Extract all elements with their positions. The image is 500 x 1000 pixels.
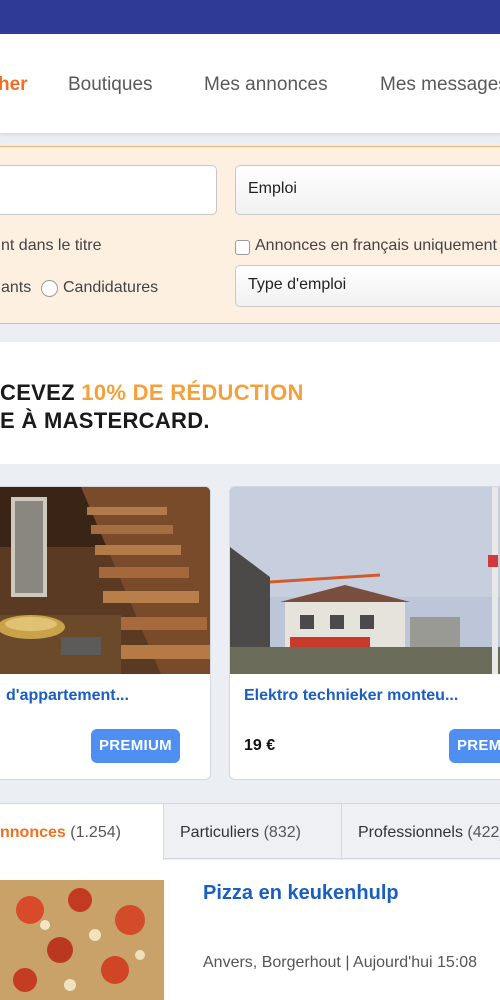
main-navigation: her Boutiques Mes annonces Mes messages xyxy=(0,34,500,134)
tab-particuliers[interactable]: Particuliers (832) xyxy=(164,804,342,860)
listing-tabs: nnonces (1.254) Particuliers (832) Profe… xyxy=(0,803,500,860)
keyword-input[interactable] xyxy=(0,165,217,215)
category-select-value: Emploi xyxy=(248,180,297,197)
listing-card-1[interactable]: d'appartement... PREMIUM xyxy=(0,486,211,780)
listing-location: Anvers, Borgerhout xyxy=(203,954,341,971)
offers-label: ants xyxy=(1,279,32,296)
listing-date: Aujourd'hui 15:08 xyxy=(353,954,478,971)
card-1-title[interactable]: d'appartement... xyxy=(6,687,129,705)
tab-all-annonces-count: (1.254) xyxy=(70,824,121,841)
listing-row[interactable]: Pizza en keukenhulp Anvers, Borgerhout |… xyxy=(0,860,500,1000)
job-type-select-value: Type d'emploi xyxy=(248,276,347,293)
tab-all-annonces[interactable]: nnonces (1.254) xyxy=(0,804,164,860)
tab-professionnels-label: Professionnels xyxy=(358,824,463,841)
title-only-label: nt dans le titre xyxy=(1,237,102,254)
listing-card-2[interactable]: Elektro technieker monteu... 19 € PREMIU… xyxy=(229,486,500,780)
candidatures-label: Candidatures xyxy=(63,279,159,296)
nav-item-boutiques[interactable]: Boutiques xyxy=(68,74,153,96)
category-select[interactable]: Emploi xyxy=(235,165,500,215)
tab-professionnels-count: (422) xyxy=(467,824,500,841)
pizza-image xyxy=(0,880,164,1000)
french-only-checkbox[interactable] xyxy=(235,240,250,255)
tab-professionnels[interactable]: Professionnels (422) xyxy=(342,804,500,860)
listing-title[interactable]: Pizza en keukenhulp xyxy=(203,882,399,905)
card-1-premium-badge: PREMIUM xyxy=(91,729,180,763)
promo-banner[interactable]: CEVEZ 10% DE RÉDUCTION E À MASTERCARD. xyxy=(0,342,500,464)
search-filter-panel: Emploi nt dans le titre Annonces en fran… xyxy=(0,146,500,324)
nav-item-mes-annonces[interactable]: Mes annonces xyxy=(204,74,328,96)
listing-separator: | xyxy=(345,954,354,971)
tab-particuliers-label: Particuliers xyxy=(180,824,260,841)
nav-item-active[interactable]: her xyxy=(0,74,28,96)
candidatures-radio[interactable] xyxy=(41,280,58,297)
french-only-label: Annonces en français uniquement xyxy=(255,237,497,254)
card-2-premium-badge: PREMIUM xyxy=(449,729,500,763)
nav-item-mes-messages[interactable]: Mes messages xyxy=(380,74,500,96)
promo-line-2: E À MASTERCARD. xyxy=(0,408,210,433)
card-2-title[interactable]: Elektro technieker monteu... xyxy=(244,687,458,705)
tab-particuliers-count: (832) xyxy=(263,824,301,841)
card-2-price: 19 € xyxy=(244,737,276,754)
promo-line-1-accent: 10% DE RÉDUCTION xyxy=(81,380,304,405)
listing-photo xyxy=(0,880,164,1000)
tab-all-annonces-label: nnonces xyxy=(0,824,66,841)
promo-line-1-prefix: CEVEZ xyxy=(0,380,75,405)
staircase-image xyxy=(0,487,210,674)
top-brand-bar xyxy=(0,0,500,34)
job-type-select[interactable]: Type d'emploi xyxy=(235,265,500,307)
construction-site-image xyxy=(230,487,500,674)
card-2-photo xyxy=(230,487,500,674)
card-1-photo xyxy=(0,487,210,674)
promo-line-1: CEVEZ 10% DE RÉDUCTION xyxy=(0,380,304,406)
listing-meta: Anvers, Borgerhout | Aujourd'hui 15:08 xyxy=(203,954,477,972)
